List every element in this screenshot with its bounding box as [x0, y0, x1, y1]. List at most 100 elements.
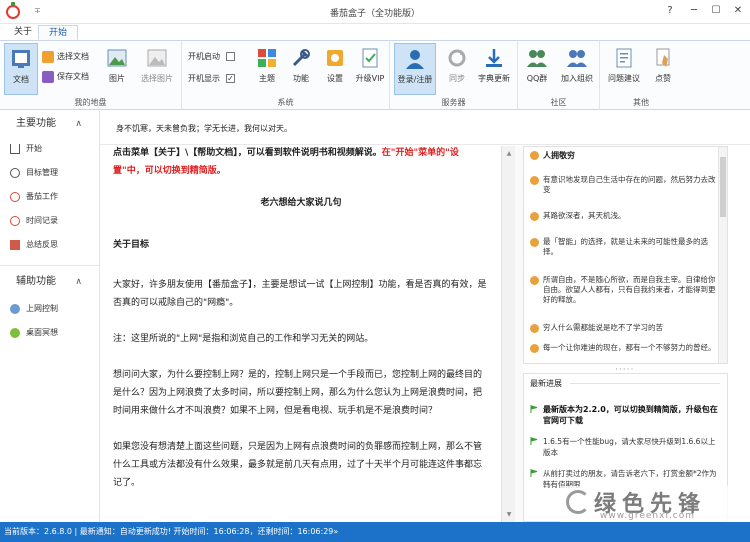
- ribbon-group-other: 问题建议 点赞 其他: [600, 41, 682, 110]
- status-bar: 当前版本：2.6.8.0 | 最新通知：自动更新成功! 开始时间：16:06:2…: [0, 522, 750, 542]
- quote-icon: [530, 151, 539, 160]
- login-register-button[interactable]: 登录/注册: [394, 43, 436, 95]
- doc-section-heading: 关于目标: [113, 240, 150, 250]
- watermark-logo-icon: [566, 490, 590, 514]
- doc-paragraph: 大家好，许多朋友使用【番茄盒子】，主要是想试一试【上网控制】功能，看是否真的有效…: [113, 280, 487, 308]
- qq-group-button[interactable]: QQ群: [520, 43, 554, 95]
- tab-about[interactable]: 关于: [4, 25, 42, 40]
- tab-start[interactable]: 开始: [38, 25, 79, 40]
- join-organization-button[interactable]: 加入组织: [556, 43, 598, 95]
- summary-icon: [10, 239, 20, 250]
- sidebar-item-summary[interactable]: 总结反思: [10, 235, 58, 255]
- autostart-checkbox[interactable]: 开机启动: [188, 49, 235, 65]
- ribbon-group-community: QQ群 加入组织 社区: [518, 41, 600, 110]
- doc-paragraph: 想问问大家，为什么要控制上网？是的，控制上网只是一个手段而已，您控制上网的最终目…: [113, 370, 483, 416]
- download-icon: [486, 49, 502, 67]
- picture-button[interactable]: 图片: [100, 43, 134, 95]
- checkbox-unchecked[interactable]: [226, 52, 235, 61]
- sidebar-item-meditation[interactable]: 桌面冥想: [10, 323, 58, 343]
- doc-title: 老六想给大家说几句: [260, 198, 342, 208]
- document-icon: [12, 50, 30, 68]
- ribbon-group-my-territory: 文档 选择文档 保存文档 图片 选择图片 我的地盘: [0, 41, 182, 110]
- join-group-icon: [567, 50, 587, 67]
- quote-icon: [530, 324, 539, 333]
- open-document-button[interactable]: 选择文档: [42, 49, 89, 65]
- settings-icon: [327, 50, 343, 66]
- scroll-thumb[interactable]: [720, 157, 726, 217]
- sidebar-item-start[interactable]: 开始: [10, 139, 42, 159]
- function-button[interactable]: 功能: [284, 43, 318, 95]
- quote-icon: [530, 276, 539, 285]
- help-button[interactable]: ?: [660, 2, 680, 20]
- watermark: 绿色先锋 www.greenxf.com: [560, 486, 750, 522]
- quotes-panel: 人拥敬穷 有意识地发现自己生活中存在的问题，然后努力去改变 其路欲深者，其天机浅…: [523, 146, 728, 364]
- chevron-up-icon[interactable]: ∧: [75, 113, 82, 135]
- feedback-icon: [616, 48, 632, 68]
- select-picture-button[interactable]: 选择图片: [136, 43, 178, 95]
- splitter-handle[interactable]: [515, 146, 523, 522]
- maximize-button[interactable]: ☐: [706, 2, 726, 20]
- quotes-scrollbar[interactable]: [718, 147, 727, 363]
- feedback-button[interactable]: 问题建议: [604, 43, 644, 95]
- open-doc-icon: [42, 50, 54, 63]
- scroll-up-icon[interactable]: ▲: [502, 150, 516, 157]
- chevron-up-icon[interactable]: ∧: [75, 271, 82, 293]
- home-icon: [10, 143, 20, 154]
- meditation-icon: [10, 327, 20, 338]
- quote-item: 有意识地发现自己生活中存在的问题，然后努力去改变: [530, 175, 718, 195]
- sidebar-item-time-log[interactable]: 时间记录: [10, 211, 58, 231]
- ribbon: 文档 选择文档 保存文档 图片 选择图片 我的地盘 开机启动 开机显示✓ 主题: [0, 40, 750, 110]
- group-label: 社区: [550, 98, 567, 107]
- quote-icon: [530, 238, 539, 247]
- checkbox-checked[interactable]: ✓: [226, 74, 235, 83]
- sidebar-item-goals[interactable]: 目标管理: [10, 163, 58, 183]
- sidebar-section-main[interactable]: 主要功能 ∧: [0, 113, 100, 135]
- document-scrollbar[interactable]: ▲ ▼: [501, 146, 515, 522]
- theme-button[interactable]: 主题: [250, 43, 284, 95]
- sidebar-item-tomato-work[interactable]: 番茄工作: [10, 187, 58, 207]
- save-document-button[interactable]: 保存文档: [42, 69, 89, 85]
- upgrade-vip-button[interactable]: 升级VIP: [352, 43, 388, 95]
- document-button[interactable]: 文档: [4, 43, 38, 95]
- select-picture-icon: [147, 49, 167, 67]
- settings-button[interactable]: 设置: [318, 43, 352, 95]
- close-button[interactable]: ✕: [728, 2, 748, 20]
- group-label: 我的地盘: [74, 98, 107, 107]
- picture-icon: [107, 49, 127, 67]
- dictionary-update-button[interactable]: 字典更新: [474, 43, 514, 95]
- doc-intro: 点击菜单【关于】\【帮助文档】，可以看到软件说明书和视频解说。在"开始"菜单的"…: [113, 148, 459, 176]
- web-control-icon: [10, 303, 20, 314]
- motto-banner: 身不饥寒，天未曾负我；学无长进，我何以对天。: [100, 111, 750, 145]
- quote-icon: [530, 176, 539, 185]
- news-item[interactable]: 最新版本为2.2.0，可以切换到精简版，升级包在官网可下载: [530, 404, 720, 426]
- document-view[interactable]: 点击菜单【关于】\【帮助文档】，可以看到软件说明书和视频解说。在"开始"菜单的"…: [101, 146, 501, 522]
- news-item[interactable]: 1.6.5有一个性能bug，请大家尽快升级到1.6.6以上版本: [530, 436, 720, 458]
- minimize-button[interactable]: ─: [684, 2, 704, 20]
- sync-button[interactable]: 同步: [440, 43, 474, 95]
- quote-icon: [530, 212, 539, 221]
- quote-item: 每一个让你难迪的现在，都有一个不够努力的曾经。: [530, 343, 718, 353]
- show-on-start-checkbox[interactable]: 开机显示 ✓: [188, 71, 235, 87]
- scroll-down-icon[interactable]: ▼: [502, 511, 516, 518]
- sidebar: 主要功能 ∧ 开始 目标管理 番茄工作 时间记录 总结反思 辅助功能 ∧ 上网控制 …: [0, 111, 100, 522]
- sidebar-item-web-control[interactable]: 上网控制: [10, 299, 58, 319]
- time-record-icon: [10, 215, 20, 226]
- qq-group-icon: [527, 50, 547, 67]
- ribbon-group-system: 开机启动 开机显示 ✓ 主题 功能 设置 升级VIP 系统: [182, 41, 390, 110]
- doc-paragraph: 如果您没有想清楚上面这些问题，只是因为上网有点浪费时间的负罪感而控制上网，那么不…: [113, 442, 483, 488]
- quote-icon: [530, 344, 539, 353]
- doc-paragraph: 注：这里所说的"上网"是指和浏览自己的工作和学习无关的网站。: [113, 334, 374, 344]
- sync-icon: [448, 49, 466, 67]
- menu-tabs: 关于 开始: [0, 24, 750, 40]
- save-doc-icon: [42, 70, 54, 83]
- ribbon-group-server: 登录/注册 同步 字典更新 服务器: [390, 41, 518, 110]
- quote-item: 所谓自由，不是随心所欲，而是自我主宰。自律给你自由。欲望人人都有，只有自我约束者…: [530, 275, 718, 305]
- quote-item: 穷人什么需都能说是吃不了学习的苦: [530, 323, 718, 333]
- like-button[interactable]: 点赞: [646, 43, 680, 95]
- tools-icon: [292, 49, 310, 67]
- sidebar-section-aux[interactable]: 辅助功能 ∧: [0, 271, 100, 293]
- clock-icon: [10, 191, 20, 202]
- flag-icon: [530, 405, 538, 413]
- group-label: 其他: [633, 98, 649, 107]
- vip-icon: [362, 48, 378, 68]
